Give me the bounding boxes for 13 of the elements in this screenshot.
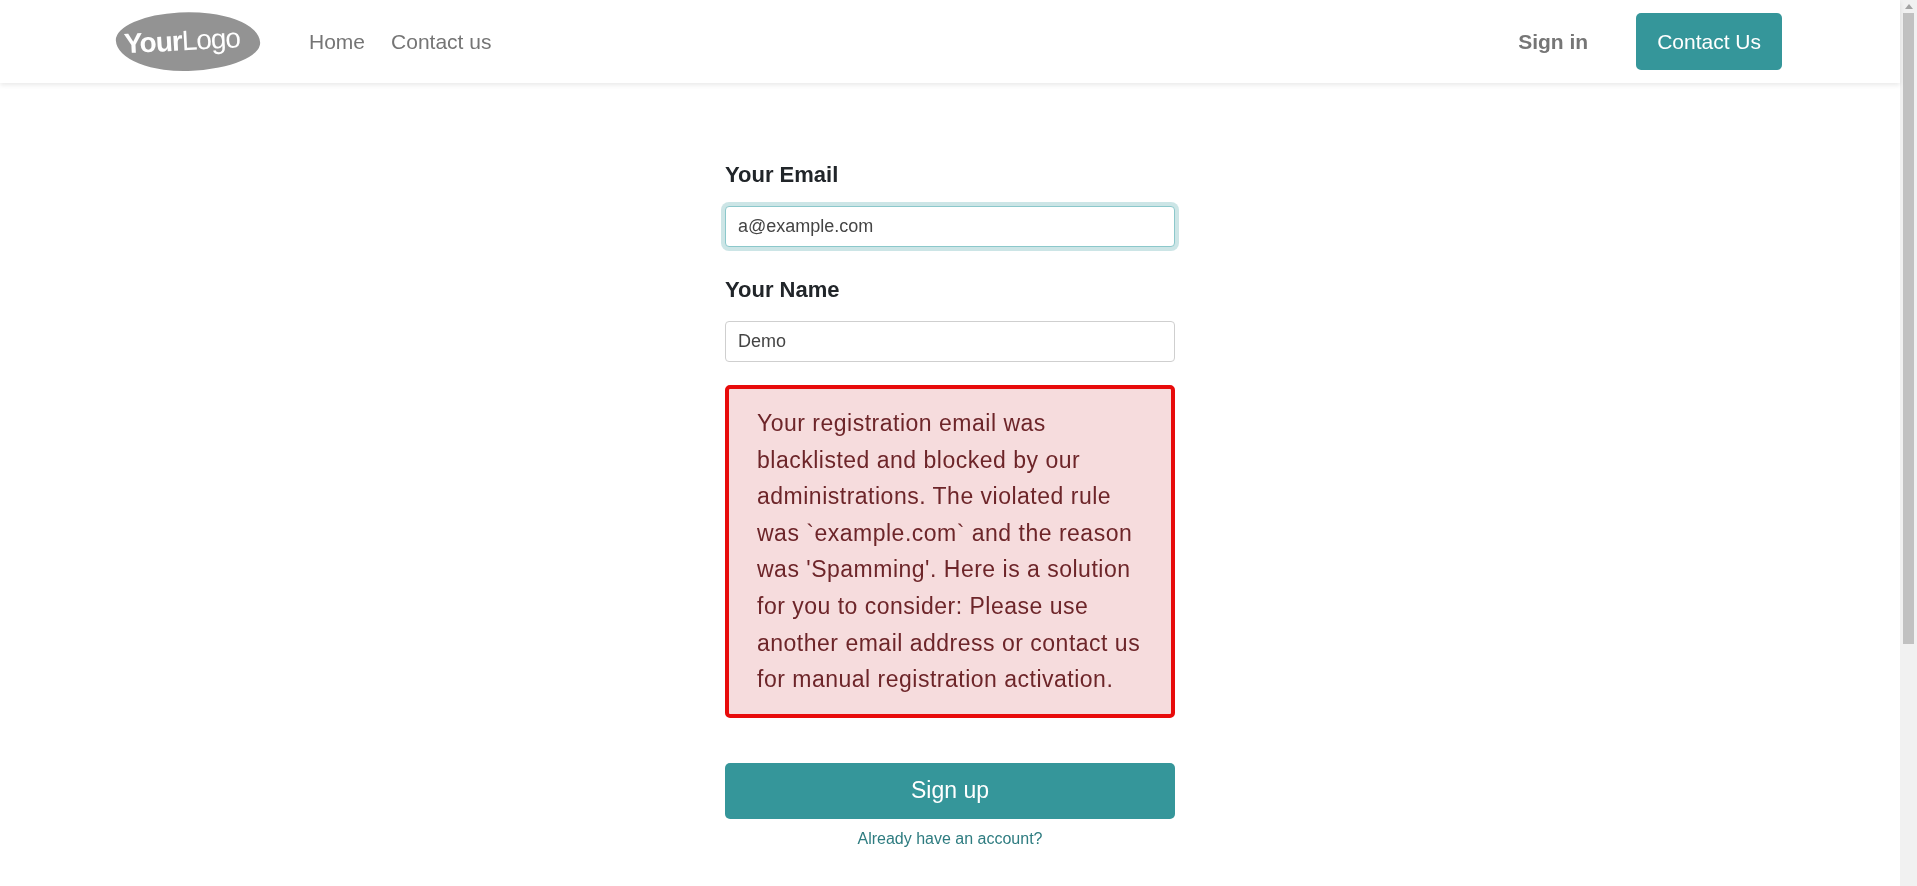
error-alert: Your registration email was blacklisted and blocked by our administrations. The violated rule was `example.com` and the reason was 'Spamming'. Here is a solution for you to consider: Please use another email address or contact us for manual registration activation. — [725, 385, 1175, 718]
sign-up-button[interactable]: Sign up — [725, 762, 1175, 819]
field-label: Your Email — [725, 162, 840, 188]
sign-in-link[interactable]: Sign in — [1518, 29, 1589, 54]
text-field[interactable]: a@example.com — [725, 206, 1175, 247]
nav-link[interactable]: Contact us — [391, 29, 492, 54]
contact-us-button[interactable]: Contact Us — [1636, 13, 1782, 70]
nav-link[interactable]: Home — [309, 29, 366, 54]
field-label: Your Name — [725, 277, 841, 303]
scrollbar-thumb[interactable] — [1903, 13, 1914, 644]
text-field[interactable]: Demo — [725, 321, 1175, 362]
login-link[interactable]: Already have an account? — [857, 828, 1043, 849]
scroll-up-icon[interactable] — [1904, 4, 1913, 9]
